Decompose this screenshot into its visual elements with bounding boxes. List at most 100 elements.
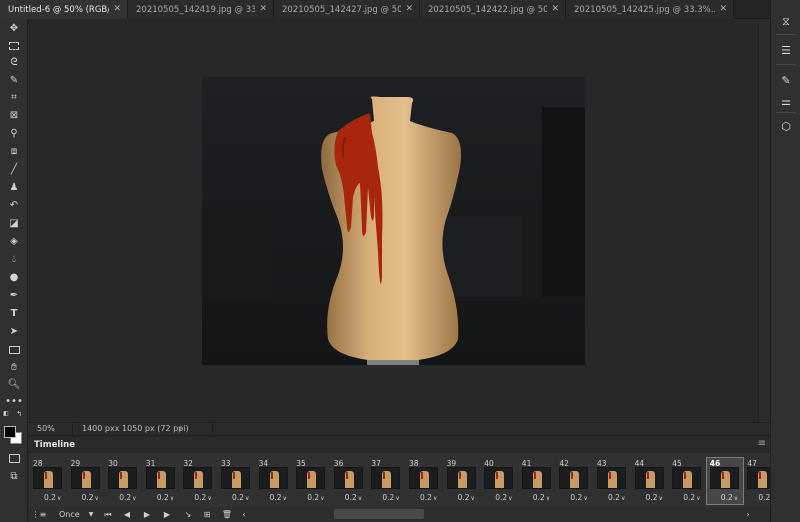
timeline-frame[interactable]: 44 0.2∨ bbox=[632, 458, 668, 504]
tab-142419[interactable]: 20210505_142419.jpg @ 33.3%... ✕ bbox=[128, 0, 274, 19]
timeline-frame[interactable]: 39 0.2∨ bbox=[444, 458, 480, 504]
close-icon[interactable]: ✕ bbox=[405, 4, 413, 14]
chevron-down-icon: ∨ bbox=[508, 495, 513, 502]
vertical-scrollbar[interactable] bbox=[758, 19, 770, 422]
frame-delay-select[interactable]: 0.2∨ bbox=[420, 493, 437, 502]
move-icon[interactable]: ✥ bbox=[5, 21, 23, 37]
frame-delay-select[interactable]: 0.2∨ bbox=[721, 493, 738, 502]
timeline-frame[interactable]: 43 0.2∨ bbox=[594, 458, 630, 504]
frame-delay-select[interactable]: 0.2∨ bbox=[157, 493, 174, 502]
panel-menu-icon[interactable]: ≡ bbox=[758, 438, 766, 449]
next-frame-icon[interactable]: ▶︎ bbox=[161, 508, 173, 521]
document-canvas[interactable] bbox=[202, 77, 585, 365]
properties-panel-icon[interactable]: ⚌ bbox=[777, 93, 795, 109]
frame-delay-select[interactable]: 0.2∨ bbox=[533, 493, 550, 502]
frame-delay-select[interactable]: 0.2∨ bbox=[495, 493, 512, 502]
duplicate-frame-icon[interactable]: ⊞ bbox=[201, 508, 213, 521]
tab-142422[interactable]: 20210505_142422.jpg @ 50% (L... ✕ bbox=[420, 0, 566, 19]
swap-colors-icon[interactable]: ↰ bbox=[14, 410, 24, 418]
history-brush-icon[interactable]: ↶ bbox=[5, 198, 23, 214]
close-icon[interactable]: ✕ bbox=[113, 4, 121, 14]
screen-mode-icon[interactable]: ⧉ bbox=[5, 469, 23, 485]
timeline-frame[interactable]: 37 0.2∨ bbox=[368, 458, 404, 504]
blur-icon[interactable]: 💧︎ bbox=[5, 252, 23, 268]
zoom-level[interactable]: 50% bbox=[29, 423, 73, 435]
crop-icon[interactable]: ⌗ bbox=[5, 90, 23, 106]
default-colors-icon[interactable]: ◧ bbox=[1, 410, 11, 418]
loop-options-select[interactable]: Once ▼ bbox=[59, 508, 97, 521]
frame-delay-select[interactable]: 0.2∨ bbox=[382, 493, 399, 502]
timeline-frame[interactable]: 31 0.2∨ bbox=[143, 458, 179, 504]
close-icon[interactable]: ✕ bbox=[719, 4, 727, 14]
frame-delay-select[interactable]: 0.2∨ bbox=[570, 493, 587, 502]
timeline-frame[interactable]: 45 0.2∨ bbox=[669, 458, 705, 504]
quick-mask-icon[interactable] bbox=[5, 450, 23, 466]
type-icon[interactable]: T bbox=[5, 306, 23, 322]
dodge-icon[interactable]: ● bbox=[5, 270, 23, 286]
history-panel-icon[interactable]: ⧖ bbox=[777, 14, 795, 30]
clone-stamp-icon[interactable]: ♟ bbox=[5, 180, 23, 196]
frame-delay-select[interactable]: 0.2∨ bbox=[119, 493, 136, 502]
zoom-icon[interactable]: 🔍︎ bbox=[5, 377, 23, 393]
timeline-frame[interactable]: 42 0.2∨ bbox=[556, 458, 592, 504]
timeline-frame[interactable]: 32 0.2∨ bbox=[180, 458, 216, 504]
adjustments-panel-icon[interactable]: ☰ bbox=[777, 42, 795, 58]
lasso-icon[interactable]: ᘓ bbox=[5, 55, 23, 71]
frame-delay-select[interactable]: 0.2∨ bbox=[458, 493, 475, 502]
play-icon[interactable]: ▶︎ bbox=[141, 508, 153, 521]
scroll-left-icon[interactable]: ‹ bbox=[239, 508, 249, 521]
tab-142427[interactable]: 20210505_142427.jpg @ 50% (L... ✕ bbox=[274, 0, 420, 19]
timeline-frame[interactable]: 34 0.2∨ bbox=[256, 458, 292, 504]
frame-delay-select[interactable]: 0.2∨ bbox=[608, 493, 625, 502]
timeline-frame[interactable]: 40 0.2∨ bbox=[481, 458, 517, 504]
tween-icon[interactable]: ↘ bbox=[182, 508, 194, 521]
brush-icon[interactable]: ╱ bbox=[5, 162, 23, 178]
3d-panel-icon[interactable]: ⬡ bbox=[777, 118, 795, 134]
first-frame-icon[interactable]: ⏮︎ bbox=[102, 508, 114, 521]
more-tools-icon[interactable]: ••• bbox=[5, 394, 23, 410]
timeline-frame[interactable]: 38 0.2∨ bbox=[406, 458, 442, 504]
paint-bucket-icon[interactable]: ◈ bbox=[5, 234, 23, 250]
close-icon[interactable]: ✕ bbox=[259, 4, 267, 14]
timeline-frame[interactable]: 30 0.2∨ bbox=[105, 458, 141, 504]
chevron-right-icon[interactable]: › bbox=[179, 423, 182, 435]
frame-thumbnail bbox=[672, 467, 702, 489]
frame-delay-select[interactable]: 0.2∨ bbox=[307, 493, 324, 502]
timeline-frame[interactable]: 36 0.2∨ bbox=[331, 458, 367, 504]
eraser-icon[interactable]: ◪ bbox=[5, 216, 23, 232]
timeline-frame[interactable]: 29 0.2∨ bbox=[68, 458, 104, 504]
healing-brush-icon[interactable]: ⧈ bbox=[5, 144, 23, 160]
pen-icon[interactable]: ✒ bbox=[5, 288, 23, 304]
frame-icon[interactable]: ⊠ bbox=[5, 108, 23, 124]
frame-delay-select[interactable]: 0.2∨ bbox=[82, 493, 99, 502]
marquee-icon[interactable] bbox=[5, 38, 23, 54]
frame-delay-select[interactable]: 0.2∨ bbox=[345, 493, 362, 502]
scroll-right-icon[interactable]: › bbox=[743, 508, 753, 521]
foreground-color-swatch[interactable] bbox=[4, 426, 16, 438]
horizontal-scroll-thumb[interactable] bbox=[334, 509, 424, 519]
rectangle-icon[interactable] bbox=[5, 342, 23, 358]
delete-frame-icon[interactable]: 🗑︎ bbox=[221, 508, 233, 521]
frame-delay-select[interactable]: 0.2∨ bbox=[683, 493, 700, 502]
hand-icon[interactable]: ✋︎ bbox=[5, 360, 23, 376]
timeline-frame[interactable]: 46 0.2∨ bbox=[705, 457, 744, 505]
frame-delay-select[interactable]: 0.2∨ bbox=[270, 493, 287, 502]
timeline-frame[interactable]: 33 0.2∨ bbox=[218, 458, 254, 504]
close-icon[interactable]: ✕ bbox=[551, 4, 559, 14]
frame-delay-select[interactable]: 0.2∨ bbox=[232, 493, 249, 502]
convert-timeline-icon[interactable]: ⋮≡ bbox=[32, 508, 47, 521]
timeline-frame[interactable]: 41 0.2∨ bbox=[519, 458, 555, 504]
quick-select-icon[interactable]: ✎ bbox=[5, 73, 23, 89]
timeline-frame[interactable]: 35 0.2∨ bbox=[293, 458, 329, 504]
tab-untitled-6[interactable]: Untitled-6 @ 50% (RGB/8#) * ✕ bbox=[0, 0, 128, 19]
tab-142425[interactable]: 20210505_142425.jpg @ 33.3%... ✕ bbox=[566, 0, 734, 19]
frame-delay-select[interactable]: 0.2∨ bbox=[646, 493, 663, 502]
timeline-frame[interactable]: 28 0.2∨ bbox=[30, 458, 66, 504]
eyedropper-icon[interactable]: ⚲ bbox=[5, 126, 23, 142]
path-select-icon[interactable]: ➤ bbox=[5, 324, 23, 340]
frame-delay-select[interactable]: 0.2∨ bbox=[194, 493, 211, 502]
brush-settings-icon[interactable]: ✎ bbox=[777, 72, 795, 88]
frame-thumbnail bbox=[258, 467, 288, 489]
frame-delay-select[interactable]: 0.2∨ bbox=[44, 493, 61, 502]
previous-frame-icon[interactable]: ◀︎ bbox=[121, 508, 133, 521]
